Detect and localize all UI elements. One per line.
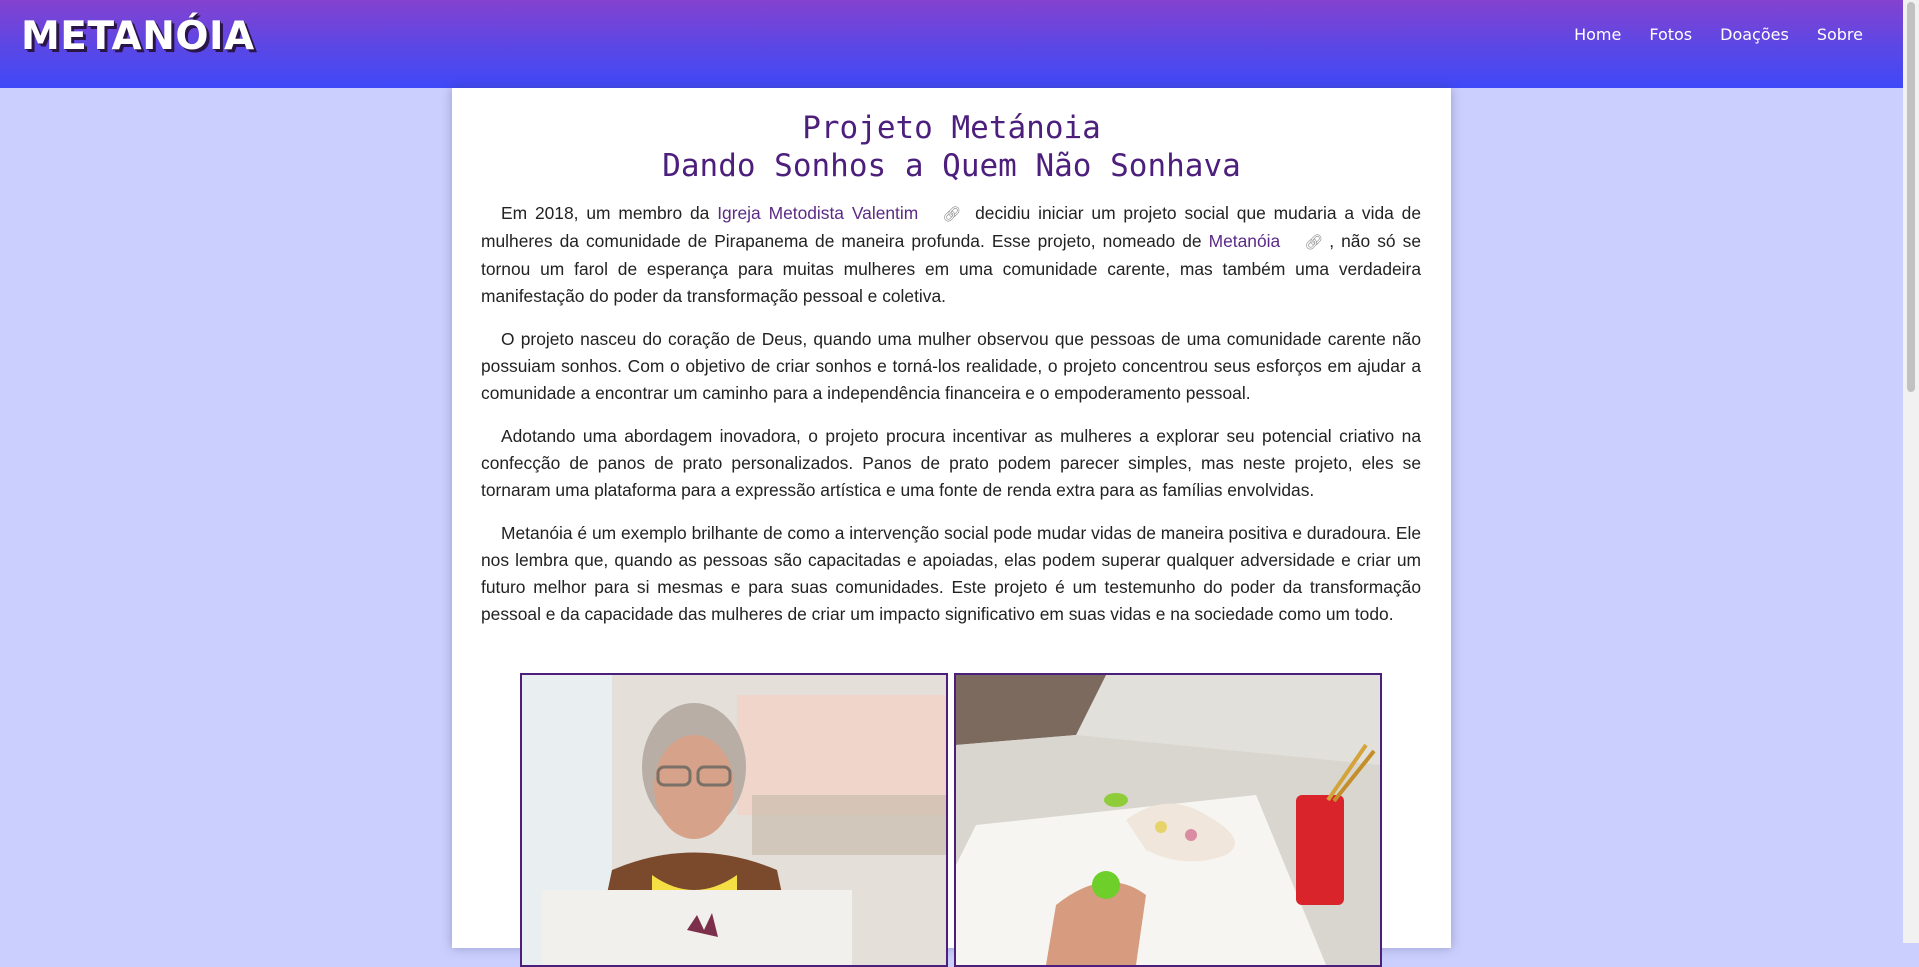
main-nav: Home Fotos Doações Sobre bbox=[1546, 25, 1863, 45]
paragraph-1-text-a: Em 2018, um membro da bbox=[501, 203, 718, 223]
article-card: Projeto Metánoia Dando Sonhos a Quem Não… bbox=[452, 88, 1451, 967]
paragraph-3: Adotando uma abordagem inovadora, o proj… bbox=[481, 426, 1421, 500]
nav-sobre-link[interactable]: Sobre bbox=[1817, 25, 1863, 45]
photo-illustration-table bbox=[956, 675, 1380, 965]
nav-home-link[interactable]: Home bbox=[1574, 25, 1621, 45]
paragraph-2: O projeto nasceu do coração de Deus, qua… bbox=[481, 329, 1421, 403]
top-navigation-bar: METANÓIA Home Fotos Doações Sobre bbox=[0, 0, 1903, 88]
paragraph-4: Metanóia é um exemplo brilhante de como … bbox=[481, 523, 1421, 624]
link-icon: 🔗︎ bbox=[1304, 234, 1324, 251]
title-line-1: Projeto Metánoia bbox=[802, 110, 1101, 146]
igreja-metodista-link[interactable]: Igreja Metodista Valentim bbox=[717, 203, 918, 223]
metanoia-link[interactable]: Metanóia bbox=[1209, 231, 1281, 251]
scrollbar-thumb[interactable] bbox=[1907, 2, 1915, 392]
photo-illustration-woman bbox=[522, 675, 946, 965]
gallery-photo-woman-with-cloth[interactable] bbox=[520, 673, 948, 967]
nav-fotos-link[interactable]: Fotos bbox=[1649, 25, 1692, 45]
page-title: Projeto Metánoia Dando Sonhos a Quem Não… bbox=[452, 109, 1451, 185]
gallery-photo-painting-table[interactable] bbox=[954, 673, 1382, 967]
paragraph-1: Em 2018, um membro da Igreja Metodista V… bbox=[481, 200, 1421, 310]
page-scrollbar[interactable] bbox=[1903, 0, 1919, 943]
site-logo[interactable]: METANÓIA bbox=[21, 14, 255, 59]
article-body: Em 2018, um membro da Igreja Metodista V… bbox=[481, 200, 1421, 644]
nav-doacoes-link[interactable]: Doações bbox=[1720, 25, 1789, 45]
title-line-2: Dando Sonhos a Quem Não Sonhava bbox=[662, 148, 1241, 184]
link-icon: 🔗︎ bbox=[942, 206, 962, 223]
photo-gallery bbox=[520, 673, 1382, 967]
